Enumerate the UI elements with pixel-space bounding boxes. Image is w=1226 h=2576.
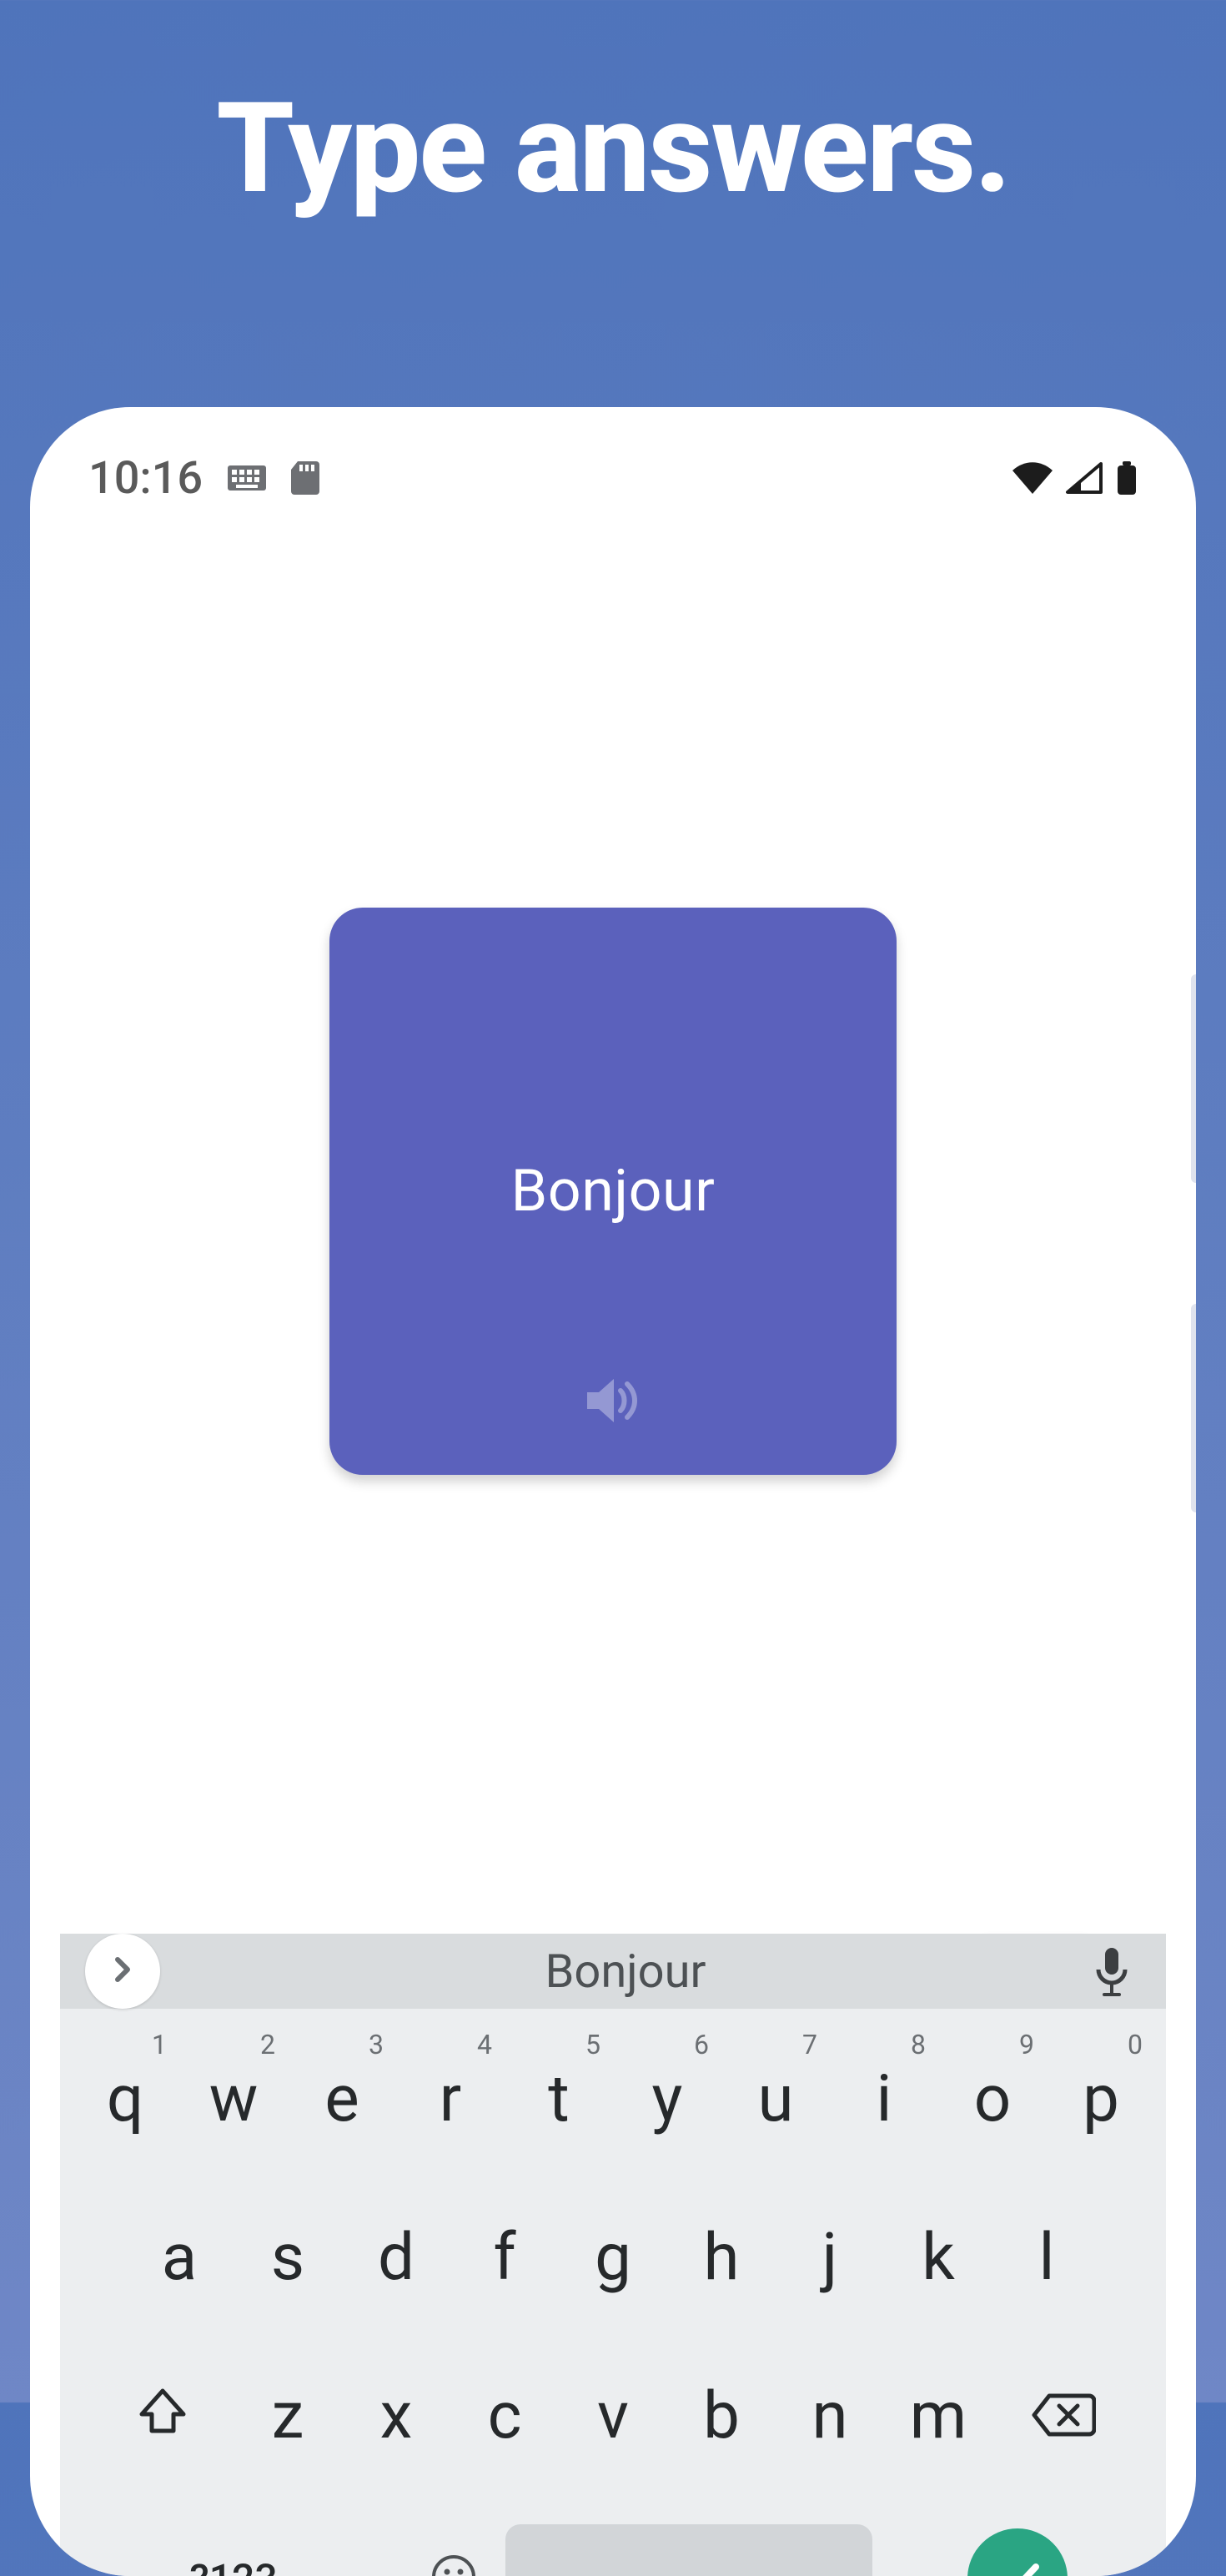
key-u[interactable]: 7u <box>722 2024 829 2174</box>
key-l[interactable]: l <box>993 2182 1100 2332</box>
key-q[interactable]: 1q <box>72 2024 178 2174</box>
key-g[interactable]: g <box>560 2182 666 2332</box>
comma-key[interactable]: , <box>310 2503 402 2576</box>
flashcard-word: Bonjour <box>511 1157 716 1225</box>
keyboard-row-3: zxcvbnm <box>68 2341 1158 2491</box>
key-o[interactable]: 9o <box>939 2024 1046 2174</box>
key-k[interactable]: k <box>885 2182 992 2332</box>
keyboard-suggestion[interactable]: Bonjour <box>177 1944 1074 1999</box>
key-e[interactable]: 3e <box>289 2024 395 2174</box>
keyboard-row-1: 1q2w3e4r5t6y7u8i9o0p <box>68 2024 1158 2174</box>
key-hint: 6 <box>694 2029 709 2060</box>
shift-icon <box>137 2378 188 2454</box>
phone-frame: 10:16 Bonjour <box>30 407 1196 2576</box>
cell-signal-icon <box>1066 462 1103 494</box>
key-t[interactable]: 5t <box>505 2024 612 2174</box>
enter-key[interactable] <box>967 2528 1068 2576</box>
key-hint: 9 <box>1019 2029 1034 2060</box>
check-icon <box>992 2541 1043 2576</box>
sd-card-icon <box>291 461 319 495</box>
hero-title: Type answers. <box>0 75 1226 222</box>
soft-keyboard: Bonjour 1q2w3e4r5t6y7u8i9o0p asdfghjkl <box>60 1934 1166 2576</box>
flashcard[interactable]: Bonjour <box>329 908 897 1475</box>
backspace-icon <box>1031 2378 1096 2454</box>
key-hint: 3 <box>369 2029 384 2060</box>
key-z[interactable]: z <box>234 2341 341 2491</box>
status-bar: 10:16 <box>30 407 1196 516</box>
backspace-key[interactable] <box>993 2341 1133 2491</box>
symbols-key[interactable]: ?123 <box>158 2503 309 2576</box>
key-s[interactable]: s <box>234 2182 341 2332</box>
key-r[interactable]: 4r <box>397 2024 504 2174</box>
key-c[interactable]: c <box>451 2341 558 2491</box>
key-hint: 7 <box>802 2029 817 2060</box>
speaker-icon[interactable] <box>584 1376 642 1429</box>
key-hint: 4 <box>477 2029 492 2060</box>
key-i[interactable]: 8i <box>831 2024 937 2174</box>
key-f[interactable]: f <box>451 2182 558 2332</box>
key-b[interactable]: b <box>668 2341 775 2491</box>
app-content: Bonjour <box>30 516 1196 2017</box>
chevron-right-icon <box>108 1955 138 1988</box>
key-hint: 0 <box>1128 2029 1143 2060</box>
keyboard-expand-button[interactable] <box>85 1934 160 2009</box>
microphone-icon[interactable] <box>1091 1946 1141 1996</box>
keyboard-row-2: asdfghjkl <box>68 2182 1158 2332</box>
key-j[interactable]: j <box>776 2182 883 2332</box>
status-time: 10:16 <box>88 452 203 505</box>
keyboard-row-4: ?123 , . <box>68 2499 1158 2576</box>
period-key[interactable]: . <box>874 2503 966 2576</box>
emoji-key[interactable] <box>404 2503 504 2576</box>
emoji-icon <box>430 2541 477 2576</box>
key-n[interactable]: n <box>776 2341 883 2491</box>
key-hint: 8 <box>911 2029 926 2060</box>
key-a[interactable]: a <box>126 2182 233 2332</box>
key-h[interactable]: h <box>668 2182 775 2332</box>
key-hint: 1 <box>152 2029 167 2060</box>
shift-key[interactable] <box>93 2341 233 2491</box>
key-p[interactable]: 0p <box>1048 2024 1154 2174</box>
key-w[interactable]: 2w <box>180 2024 287 2174</box>
key-y[interactable]: 6y <box>614 2024 721 2174</box>
keyboard-suggestion-bar: Bonjour <box>60 1934 1166 2009</box>
key-m[interactable]: m <box>885 2341 992 2491</box>
key-d[interactable]: d <box>343 2182 450 2332</box>
key-x[interactable]: x <box>343 2341 450 2491</box>
key-hint: 2 <box>260 2029 275 2060</box>
key-v[interactable]: v <box>560 2341 666 2491</box>
battery-icon <box>1116 461 1138 495</box>
keyboard-icon <box>228 465 266 491</box>
wifi-icon <box>1012 462 1053 494</box>
key-hint: 5 <box>585 2029 600 2060</box>
space-key[interactable] <box>505 2524 872 2576</box>
